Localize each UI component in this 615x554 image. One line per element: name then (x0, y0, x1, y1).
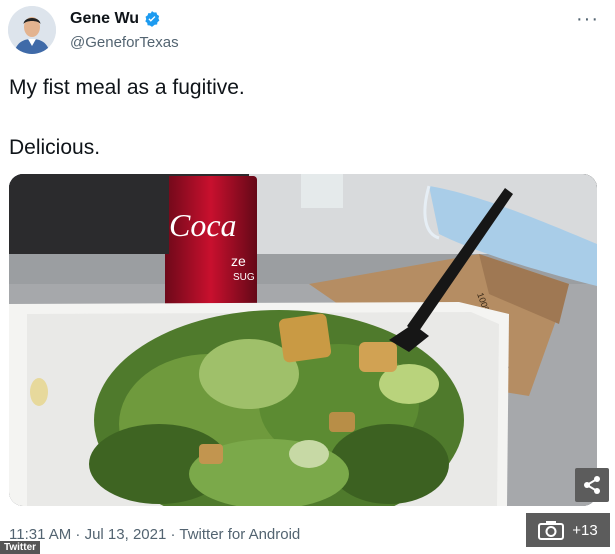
camera-icon (538, 521, 565, 540)
handle[interactable]: @GeneforTexas (70, 34, 179, 51)
tweet-text-line-2: Delicious. (9, 136, 101, 159)
avatar[interactable] (8, 6, 56, 54)
gallery-count: +13 (572, 521, 598, 539)
share-button[interactable] (575, 468, 609, 502)
tweet-timestamp[interactable]: 11:31 AM · Jul 13, 2021 · Twitter for An… (9, 526, 300, 543)
verified-badge-icon (145, 11, 160, 27)
more-options-icon[interactable]: ··· (576, 8, 599, 31)
salad-photo: 100% recycled mate Coca ze SUG (9, 174, 597, 506)
can-logo-text: Coca (169, 207, 237, 243)
avatar-image (8, 6, 56, 54)
can-subtext: ze (231, 253, 246, 269)
author-row: Gene Wu (70, 10, 161, 28)
tweet-photo[interactable]: 100% recycled mate Coca ze SUG (9, 174, 597, 506)
display-name[interactable]: Gene Wu (70, 10, 139, 28)
image-credit: Twitter (0, 541, 41, 554)
share-icon (584, 476, 600, 494)
gallery-button[interactable]: +13 (526, 513, 610, 547)
tweet-text-line-1: My fist meal as a fugitive. (9, 76, 245, 99)
can-subtext-2: SUG (233, 272, 255, 283)
